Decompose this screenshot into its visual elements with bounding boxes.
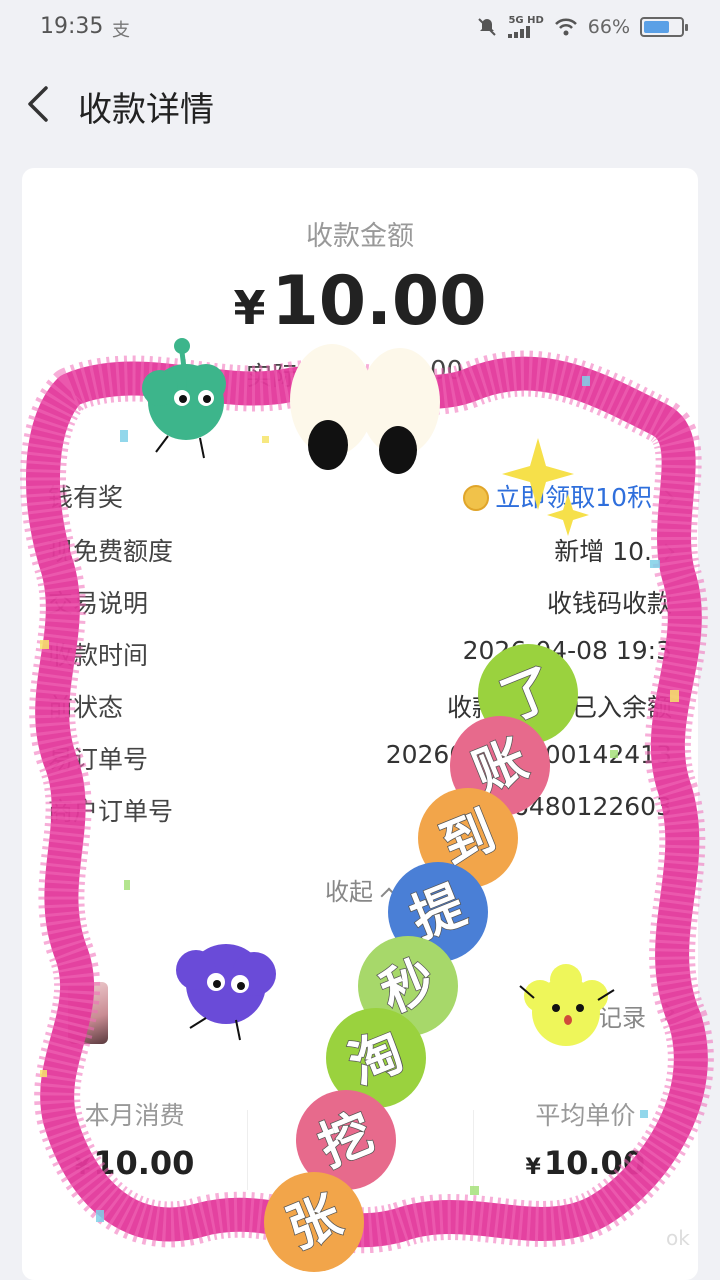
stat-value: ¥10.00 — [473, 1144, 698, 1182]
stat-total: 累计 ¥0 — [247, 1090, 472, 1210]
actual-amount-value: 00 — [430, 356, 464, 386]
detail-key: 现免费额度 — [48, 537, 174, 566]
page-title: 收款详情 — [78, 90, 214, 130]
amount-number: 10.00 — [271, 262, 487, 341]
detail-value: 立即领取10积 — [463, 478, 675, 514]
stat-label: 累计 — [334, 1101, 385, 1130]
network-type: 5G HD — [508, 15, 544, 26]
detail-key: 钱有奖 — [48, 483, 124, 512]
stat-label: 本月消费 — [84, 1101, 185, 1130]
currency-symbol: ¥ — [233, 281, 266, 335]
chevron-right-icon — [657, 489, 675, 507]
collapse-label: 收起 — [325, 878, 373, 906]
collapse-button[interactable]: 收起 — [0, 872, 720, 907]
chevron-up-icon — [380, 887, 398, 905]
detail-row-description: 交易说明 收钱码收款 — [48, 584, 672, 624]
customer-link[interactable]: 记录 — [598, 998, 646, 1033]
battery-icon — [640, 17, 688, 37]
stat-number: 10.00 — [543, 1144, 646, 1182]
header: 收款详情 — [0, 64, 720, 144]
stat-value: ¥0 — [247, 1144, 472, 1182]
status-indicators: 5G HD 66% — [476, 12, 688, 42]
reward-link[interactable]: 立即领取10积 — [495, 483, 652, 512]
alipay-icon: 支 — [112, 20, 130, 41]
currency-symbol: ¥ — [74, 1155, 91, 1180]
detail-row-reward[interactable]: 钱有奖 立即领取10积 — [48, 478, 675, 518]
detail-key: 易订单号 — [48, 745, 149, 774]
detail-value: 收款成功，已入余额 — [446, 693, 672, 722]
watermark: ok — [666, 1226, 690, 1250]
actual-amount-label: 实际 — [246, 362, 299, 392]
detail-value: 收钱码收款 — [546, 589, 672, 618]
chevron-right-icon — [657, 543, 675, 561]
detail-key: 交易说明 — [48, 589, 149, 618]
amount-label: 收款金额 — [306, 221, 414, 252]
detail-row-trade-no: 易订单号 202604082200142413 — [48, 740, 672, 780]
coin-icon — [463, 485, 490, 511]
detail-key: 收款时间 — [48, 641, 149, 670]
status-time: 19:35 — [40, 14, 104, 39]
detail-value: 新增 10. — [554, 532, 675, 568]
stat-number: 10.00 — [93, 1144, 195, 1182]
detail-row-merchant-no: 商户订单号 47756480122603 — [48, 792, 672, 832]
battery-level — [644, 21, 670, 33]
detail-value: 2026-04-08 19:3 — [462, 636, 672, 665]
amount-value: ¥10.00 — [0, 262, 720, 341]
detail-row-time: 收款时间 2026-04-08 19:3 — [48, 636, 672, 676]
stat-monthly: 本月消费 ¥10.00 — [22, 1090, 247, 1210]
stat-value: ¥10.00 — [22, 1144, 247, 1182]
currency-symbol: ¥ — [525, 1155, 541, 1180]
battery-percent: 66% — [587, 16, 630, 38]
currency-symbol: ¥ — [339, 1155, 356, 1180]
stat-label: 平均单价 — [535, 1101, 636, 1130]
detail-value: 202604082200142413 — [385, 740, 672, 769]
detail-key: 前状态 — [48, 693, 124, 722]
stat-average: 平均单价 ¥10.00 — [472, 1090, 698, 1210]
detail-row-quota[interactable]: 现免费额度 新增 10. — [48, 532, 675, 572]
stat-number: 0 — [358, 1144, 381, 1182]
detail-row-status: 前状态 收款成功，已入余额 — [48, 688, 672, 728]
detail-key: 商户订单号 — [48, 797, 174, 826]
stats-row: 本月消费 ¥10.00 累计 ¥0 平均单价 ¥10.00 — [22, 1090, 698, 1210]
signal-icon: 5G HD — [508, 15, 544, 38]
quota-value: 新增 10. — [554, 537, 652, 566]
back-icon[interactable] — [22, 82, 62, 126]
wifi-icon — [554, 18, 577, 36]
customer-avatar[interactable] — [68, 982, 108, 1044]
status-bar: 19:35 支 5G HD 66% — [0, 0, 720, 56]
mute-icon — [478, 18, 497, 36]
detail-value: 47756480122603 — [449, 792, 672, 821]
